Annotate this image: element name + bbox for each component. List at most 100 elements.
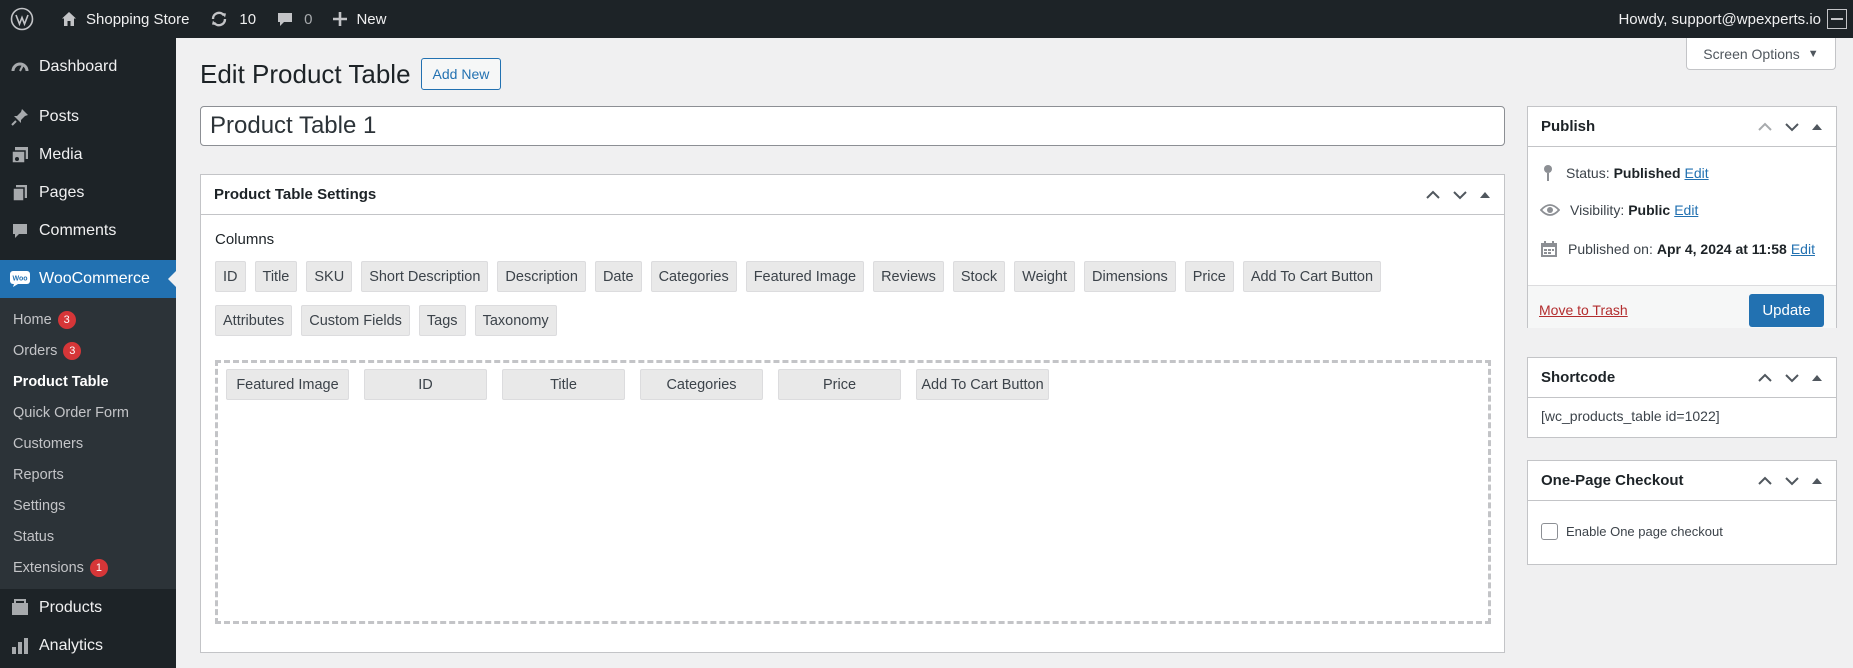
sidebar-item-pages[interactable]: Pages [0,174,176,212]
avatar[interactable] [1827,9,1847,29]
submenu-item-customers[interactable]: Customers [0,428,176,459]
selected-columns-dropzone[interactable]: Featured Image ID Title Categories Price Add … [215,360,1491,624]
notification-badge: 1 [89,558,108,577]
dashboard-icon [9,56,31,78]
publish-box: Publish Status: Published Edit Visibilit… [1527,106,1837,328]
screen-options-button[interactable]: Screen Options ▼ [1686,38,1836,70]
column-pill[interactable]: Price [778,369,901,400]
column-pill[interactable]: Weight [1014,261,1076,292]
sidebar-item-products[interactable]: Products [0,589,176,627]
sidebar-item-analytics[interactable]: Analytics [0,627,176,665]
column-pill[interactable]: Categories [640,369,763,400]
updates-count: 10 [239,10,257,28]
column-pill[interactable]: Taxonomy [474,305,557,336]
submenu-item-extensions[interactable]: Extensions 1 [0,552,176,583]
sidebar-item-dashboard[interactable]: Dashboard [0,48,176,86]
submenu-item-quick-order-form[interactable]: Quick Order Form [0,397,176,428]
visibility-row: Visibility: Public Edit [1540,202,1698,218]
notification-badge: 3 [63,341,82,360]
publish-actions: Move to Trash Update [1528,285,1836,328]
column-pill[interactable]: Reviews [873,261,944,292]
sidebar-item-label: Posts [39,108,80,125]
new-content-link[interactable]: New [322,0,396,38]
sidebar-item-comments[interactable]: Comments [0,212,176,250]
submenu-item-label: Home [13,311,52,328]
edit-visibility-link[interactable]: Edit [1674,202,1698,218]
column-pill[interactable]: Dimensions [1084,261,1176,292]
plus-icon [333,12,348,26]
sidebar-item-posts[interactable]: Posts [0,98,176,136]
move-down-icon[interactable] [1784,372,1800,384]
published-on-label: Published on: [1568,241,1653,257]
edit-status-link[interactable]: Edit [1685,165,1709,181]
admin-sidebar: Dashboard Posts Media Pages Comments Woo… [0,38,176,668]
submenu-item-label: Customers [13,435,84,452]
enable-one-page-checkout-checkbox[interactable] [1541,523,1558,540]
submenu-item-home[interactable]: Home 3 [0,304,176,335]
move-down-icon[interactable] [1784,475,1800,487]
pages-icon [9,182,31,204]
column-pill[interactable]: Categories [650,261,737,292]
toggle-panel-icon[interactable] [1479,189,1491,201]
move-down-icon[interactable] [1784,121,1800,133]
new-label: New [356,10,387,28]
updates-link[interactable]: 10 [199,0,266,38]
post-title-input[interactable]: Product Table 1 [200,106,1505,146]
move-up-icon[interactable] [1425,189,1441,201]
submenu-item-product-table[interactable]: Product Table [0,366,176,397]
howdy-account-link[interactable]: Howdy, support@wpexperts.io [1618,11,1821,28]
shortcode-value[interactable]: [wc_products_table id=1022] [1541,408,1720,424]
submenu-item-label: Quick Order Form [13,404,130,421]
toggle-panel-icon[interactable] [1811,121,1823,133]
comments-link[interactable]: 0 [266,0,322,38]
postbox-header: Publish [1528,107,1836,147]
toggle-panel-icon[interactable] [1811,372,1823,384]
sidebar-item-label: Comments [39,222,117,239]
column-pill[interactable]: Stock [952,261,1006,292]
one-page-checkout-option: Enable One page checkout [1541,523,1723,540]
column-pill[interactable]: ID [364,369,487,400]
visibility-value: Public [1628,202,1671,218]
pin-icon [9,106,31,128]
column-pill[interactable]: Tags [418,305,466,336]
submenu-item-settings[interactable]: Settings [0,490,176,521]
postbox-title: Shortcode [1541,369,1616,386]
column-pill[interactable]: Attributes [215,305,293,336]
column-pill[interactable]: Title [502,369,625,400]
column-pill[interactable]: Price [1184,261,1234,292]
move-down-icon[interactable] [1452,189,1468,201]
column-pill[interactable]: Add To Cart Button [1242,261,1382,292]
move-up-icon[interactable] [1757,372,1773,384]
column-pill[interactable]: ID [215,261,246,292]
postbox-handles [1757,121,1823,133]
sidebar-item-woocommerce[interactable]: Woo WooCommerce [0,260,176,298]
column-pill[interactable]: Add To Cart Button [916,369,1049,400]
notification-badge: 3 [57,310,76,329]
eye-icon [1540,204,1560,216]
column-pill[interactable]: Title [254,261,298,292]
column-pill[interactable]: Short Description [361,261,489,292]
move-up-icon[interactable] [1757,121,1773,133]
site-name-link[interactable]: Shopping Store [50,0,199,38]
submenu-item-label: Extensions [13,559,84,576]
column-pill[interactable]: Description [497,261,586,292]
site-name: Shopping Store [86,10,190,28]
column-pill[interactable]: Featured Image [745,261,865,292]
postbox-header: One-Page Checkout [1528,461,1836,501]
column-pill[interactable]: Featured Image [226,369,349,400]
sidebar-item-label: Media [39,146,83,163]
submenu-item-orders[interactable]: Orders 3 [0,335,176,366]
submenu-item-reports[interactable]: Reports [0,459,176,490]
move-up-icon[interactable] [1757,475,1773,487]
column-pill[interactable]: Custom Fields [301,305,410,336]
column-pill[interactable]: SKU [306,261,353,292]
add-new-button[interactable]: Add New [420,58,502,90]
submenu-item-status[interactable]: Status [0,521,176,552]
toggle-panel-icon[interactable] [1811,475,1823,487]
column-pill[interactable]: Date [594,261,642,292]
wordpress-logo-icon[interactable] [0,0,50,38]
update-button[interactable]: Update [1749,294,1824,327]
sidebar-item-media[interactable]: Media [0,136,176,174]
edit-date-link[interactable]: Edit [1791,241,1815,257]
move-to-trash-link[interactable]: Move to Trash [1539,302,1628,318]
